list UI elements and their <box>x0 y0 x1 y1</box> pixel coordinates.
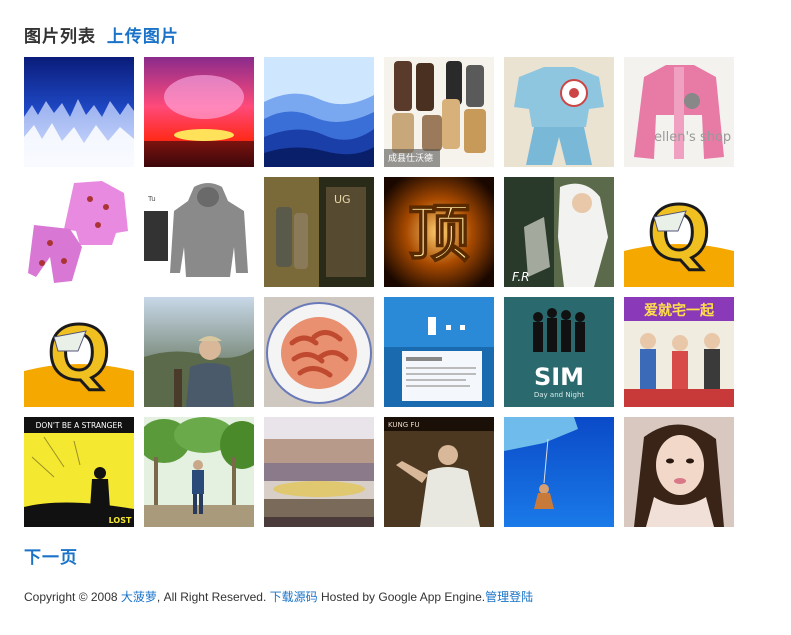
image-thumb[interactable]: ellen's shop <box>624 57 734 167</box>
image-thumb[interactable] <box>144 57 254 167</box>
hosted-text: Hosted by Google App Engine. <box>317 590 486 604</box>
stranger-subcaption: LOST <box>109 516 132 525</box>
footer: Copyright © 2008 大菠萝, All Right Reserved… <box>24 589 533 605</box>
grey-hoodie-image: Tu <box>144 177 254 287</box>
image-thumb[interactable]: KUNG FU <box>384 417 494 527</box>
svg-text:UG: UG <box>334 193 351 206</box>
image-thumb[interactable]: UG <box>264 177 374 287</box>
copyright-text: Copyright © 2008 <box>24 590 121 604</box>
bungee-jump-image <box>504 417 614 527</box>
blue-mountains-image <box>264 57 374 167</box>
image-thumb[interactable] <box>384 297 494 407</box>
pink-pajamas-image <box>24 177 134 287</box>
pink-jacket-image: ellen's shop <box>624 57 734 167</box>
image-thumb[interactable] <box>24 177 134 287</box>
image-thumb[interactable] <box>144 297 254 407</box>
author-link[interactable]: 大菠萝 <box>121 590 157 604</box>
next-page-link[interactable]: 下一页 <box>24 547 78 569</box>
upload-link[interactable]: 上传图片 <box>107 27 179 47</box>
shrimp-plate-image <box>264 297 374 407</box>
rights-text: , All Right Reserved. <box>156 590 270 604</box>
trees-photo-image <box>144 417 254 527</box>
boots-caption: 成县仕沃德 <box>388 152 433 164</box>
image-thumb[interactable]: DON'T BE A STRANGER LOST <box>24 417 134 527</box>
martial-arts-still-image: KUNG FU <box>384 417 494 527</box>
image-thumb[interactable]: Q <box>24 297 134 407</box>
landscape-collage-image <box>264 417 374 527</box>
image-thumb[interactable]: 爱就宅一起 <box>624 297 734 407</box>
image-thumb[interactable]: F.R <box>504 177 614 287</box>
boots-image: 成县仕沃德 <box>384 57 494 167</box>
image-thumb[interactable] <box>144 417 254 527</box>
sim-subcaption: Day and Night <box>534 391 585 399</box>
image-thumb[interactable] <box>504 57 614 167</box>
svg-text:Tu: Tu <box>147 195 156 203</box>
sim-poster-image: SIM Day and Night <box>504 297 614 407</box>
movie-caption: 爱就宅一起 <box>644 302 715 319</box>
website-screenshot-image <box>384 297 494 407</box>
ding-character-image: 顶 <box>384 177 494 287</box>
q-caption: Q <box>48 311 111 397</box>
svg-text:KUNG FU: KUNG FU <box>388 421 420 429</box>
stranger-caption: DON'T BE A STRANGER <box>36 421 123 430</box>
stranger-poster-image: DON'T BE A STRANGER LOST <box>24 417 134 527</box>
image-thumb[interactable]: SIM Day and Night <box>504 297 614 407</box>
blue-pajamas-image <box>504 57 614 167</box>
woman-portrait-image <box>624 417 734 527</box>
image-thumb[interactable]: Tu <box>144 177 254 287</box>
q-caption: Q <box>648 191 711 277</box>
boots-photo-image: UG <box>264 177 374 287</box>
download-source-link[interactable]: 下载源码 <box>270 590 318 604</box>
movie-poster-image: 爱就宅一起 <box>624 297 734 407</box>
ding-caption: 顶 <box>408 197 470 270</box>
image-thumb[interactable]: Q <box>624 177 734 287</box>
q-logo-image: Q <box>624 177 734 287</box>
image-thumb[interactable]: 成县仕沃德 <box>384 57 494 167</box>
snowy-forest-image <box>24 57 134 167</box>
page-title: 图片列表 <box>24 27 96 47</box>
svg-text:F.R: F.R <box>512 270 530 284</box>
sim-caption: SIM <box>534 363 584 391</box>
image-thumb[interactable]: 顶 <box>384 177 494 287</box>
man-portrait-image <box>144 297 254 407</box>
q-logo-image: Q <box>24 297 134 407</box>
image-thumb[interactable] <box>624 417 734 527</box>
image-thumb[interactable] <box>264 57 374 167</box>
image-thumb[interactable] <box>24 57 134 167</box>
admin-login-link[interactable]: 管理登陆 <box>485 590 533 604</box>
girl-photo-image: F.R <box>504 177 614 287</box>
shop-caption: ellen's shop <box>654 130 731 145</box>
page-header: 图片列表 上传图片 <box>24 26 179 48</box>
sunset-image <box>144 57 254 167</box>
image-grid: 成县仕沃德 ellen's shop Tu UG 顶 F.R Q Q SIM D… <box>24 57 734 527</box>
image-thumb[interactable] <box>264 417 374 527</box>
image-thumb[interactable] <box>504 417 614 527</box>
image-thumb[interactable] <box>264 297 374 407</box>
